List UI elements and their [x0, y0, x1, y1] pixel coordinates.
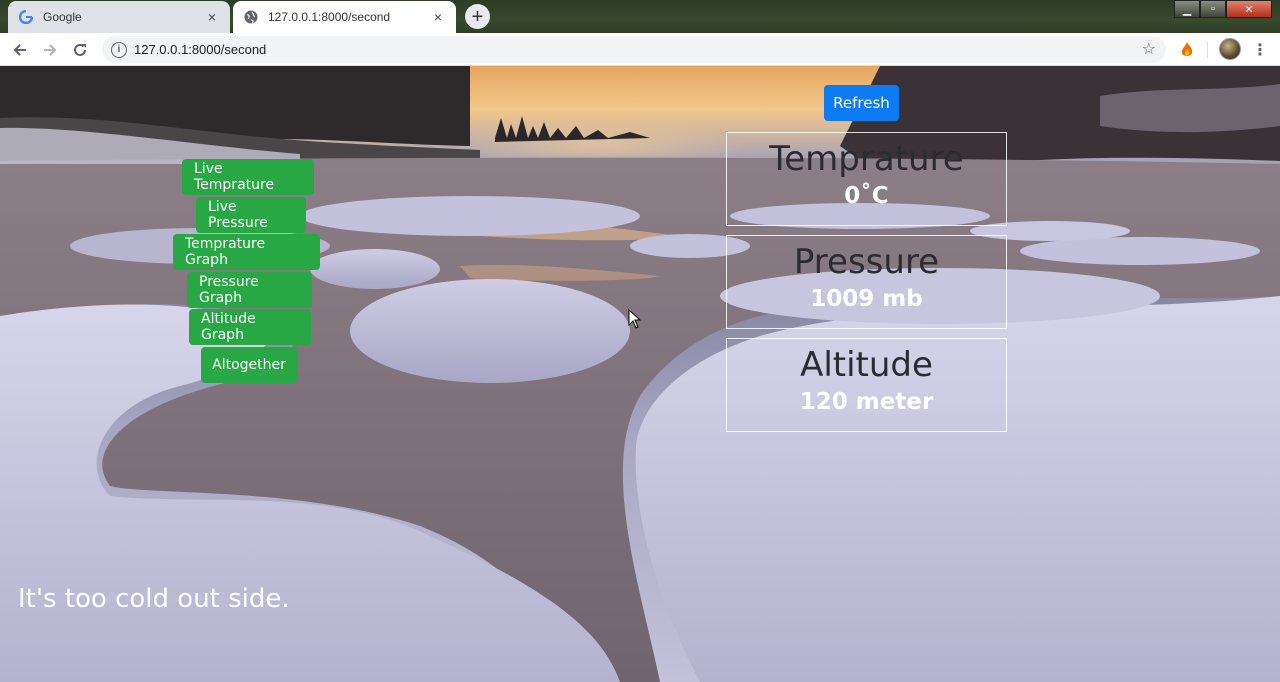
- tab-close-icon[interactable]: ×: [430, 9, 446, 25]
- profile-avatar[interactable]: [1219, 38, 1241, 60]
- pressure-card: Pressure 1009 mb: [726, 235, 1007, 329]
- globe-icon: [243, 9, 259, 25]
- temperature-label: Temprature: [769, 139, 964, 179]
- toolbar-divider: [1207, 42, 1208, 58]
- forward-arrow-icon[interactable]: [39, 39, 61, 61]
- bookmark-star-icon[interactable]: ☆: [1142, 39, 1156, 59]
- altitude-label: Altitude: [800, 345, 933, 385]
- browser-toolbar: i 127.0.0.1:8000/second ☆ ⋮: [0, 33, 1280, 66]
- extension-icon[interactable]: [1179, 41, 1195, 59]
- address-bar[interactable]: i 127.0.0.1:8000/second ☆: [102, 36, 1166, 63]
- url-text: 127.0.0.1:8000/second: [134, 42, 267, 57]
- weather-message: It's too cold out side.: [18, 584, 290, 614]
- altitude-value: 120 meter: [799, 389, 934, 415]
- new-tab-button[interactable]: +: [465, 4, 490, 29]
- pressure-label: Pressure: [793, 242, 940, 282]
- temperature-graph-button[interactable]: Temprature Graph: [173, 234, 320, 270]
- window-controls: ▁ ▫ ✕: [1174, 0, 1272, 18]
- tab-google[interactable]: Google ×: [8, 1, 230, 33]
- info-icon[interactable]: i: [111, 41, 127, 58]
- google-icon: [18, 9, 34, 25]
- minimize-icon[interactable]: ▁: [1174, 0, 1200, 18]
- live-pressure-button[interactable]: Live Pressure: [196, 197, 306, 233]
- tab-close-icon[interactable]: ×: [204, 9, 220, 25]
- altitude-graph-button[interactable]: Altitude Graph: [189, 309, 311, 345]
- tab-title: Google: [43, 10, 82, 24]
- kebab-menu-icon[interactable]: ⋮: [1252, 40, 1268, 60]
- refresh-button[interactable]: Refresh: [824, 85, 899, 121]
- pressure-graph-button[interactable]: Pressure Graph: [187, 272, 312, 308]
- temperature-card: Temprature 0˚C: [726, 132, 1007, 226]
- mouse-cursor-icon: [628, 309, 642, 329]
- pressure-value: 1009 mb: [810, 286, 923, 312]
- tab-title: 127.0.0.1:8000/second: [268, 10, 391, 24]
- temperature-value: 0˚C: [844, 183, 889, 209]
- close-window-icon[interactable]: ✕: [1226, 0, 1272, 18]
- altitude-card: Altitude 120 meter: [726, 338, 1007, 432]
- tab-strip: Google × 127.0.0.1:8000/second × + ▁ ▫ ✕: [0, 0, 1280, 33]
- altogether-button[interactable]: Altogether: [201, 347, 297, 383]
- maximize-icon[interactable]: ▫: [1200, 0, 1226, 18]
- live-temperature-button[interactable]: Live Temprature: [182, 159, 314, 195]
- reload-icon[interactable]: [69, 39, 91, 61]
- back-arrow-icon[interactable]: [9, 39, 31, 61]
- tab-second[interactable]: 127.0.0.1:8000/second ×: [233, 1, 456, 33]
- page-content: Refresh Live Temprature Live Pressure Te…: [0, 66, 1280, 682]
